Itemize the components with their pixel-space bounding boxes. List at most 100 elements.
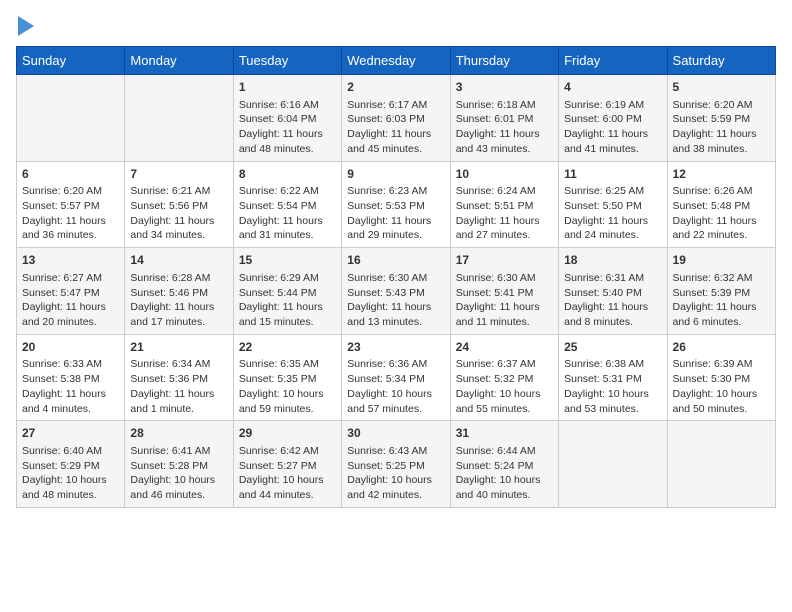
day-number: 19 [673, 252, 770, 269]
daylight-text: Daylight: 10 hours and 53 minutes. [564, 387, 661, 416]
sunrise-text: Sunrise: 6:21 AM [130, 184, 227, 199]
sunset-text: Sunset: 5:51 PM [456, 199, 553, 214]
daylight-text: Daylight: 10 hours and 50 minutes. [673, 387, 770, 416]
calendar-cell: 1 Sunrise: 6:16 AMSunset: 6:04 PMDaylight… [233, 75, 341, 162]
day-number: 22 [239, 339, 336, 356]
sunrise-text: Sunrise: 6:40 AM [22, 444, 119, 459]
sunset-text: Sunset: 5:34 PM [347, 372, 444, 387]
calendar-cell: 15Sunrise: 6:29 AMSunset: 5:44 PMDayligh… [233, 248, 341, 335]
sunset-text: Sunset: 5:39 PM [673, 286, 770, 301]
sunset-text: Sunset: 5:47 PM [22, 286, 119, 301]
calendar-cell: 27Sunrise: 6:40 AMSunset: 5:29 PMDayligh… [17, 421, 125, 508]
sunset-text: Sunset: 5:50 PM [564, 199, 661, 214]
calendar-cell: 14Sunrise: 6:28 AMSunset: 5:46 PMDayligh… [125, 248, 233, 335]
sunset-text: Sunset: 6:00 PM [564, 112, 661, 127]
calendar-cell: 24Sunrise: 6:37 AMSunset: 5:32 PMDayligh… [450, 334, 558, 421]
daylight-text: Daylight: 11 hours and 38 minutes. [673, 127, 770, 156]
sunset-text: Sunset: 5:28 PM [130, 459, 227, 474]
calendar-cell: 23Sunrise: 6:36 AMSunset: 5:34 PMDayligh… [342, 334, 450, 421]
calendar-cell: 11Sunrise: 6:25 AMSunset: 5:50 PMDayligh… [559, 161, 667, 248]
day-number: 8 [239, 166, 336, 183]
sunrise-text: Sunrise: 6:29 AM [239, 271, 336, 286]
sunrise-text: Sunrise: 6:31 AM [564, 271, 661, 286]
daylight-text: Daylight: 10 hours and 42 minutes. [347, 473, 444, 502]
sunrise-text: Sunrise: 6:24 AM [456, 184, 553, 199]
sunrise-text: Sunrise: 6:18 AM [456, 98, 553, 113]
daylight-text: Daylight: 11 hours and 36 minutes. [22, 214, 119, 243]
sunset-text: Sunset: 5:29 PM [22, 459, 119, 474]
day-number: 20 [22, 339, 119, 356]
daylight-text: Daylight: 11 hours and 4 minutes. [22, 387, 119, 416]
daylight-text: Daylight: 11 hours and 6 minutes. [673, 300, 770, 329]
calendar-cell [17, 75, 125, 162]
daylight-text: Daylight: 11 hours and 22 minutes. [673, 214, 770, 243]
calendar-cell: 19Sunrise: 6:32 AMSunset: 5:39 PMDayligh… [667, 248, 775, 335]
sunrise-text: Sunrise: 6:36 AM [347, 357, 444, 372]
calendar-cell: 8Sunrise: 6:22 AMSunset: 5:54 PMDaylight… [233, 161, 341, 248]
calendar-cell [125, 75, 233, 162]
sunrise-text: Sunrise: 6:25 AM [564, 184, 661, 199]
day-number: 18 [564, 252, 661, 269]
sunset-text: Sunset: 5:25 PM [347, 459, 444, 474]
sunrise-text: Sunrise: 6:44 AM [456, 444, 553, 459]
daylight-text: Daylight: 10 hours and 44 minutes. [239, 473, 336, 502]
col-header-wednesday: Wednesday [342, 47, 450, 75]
calendar-cell: 28Sunrise: 6:41 AMSunset: 5:28 PMDayligh… [125, 421, 233, 508]
daylight-text: Daylight: 11 hours and 17 minutes. [130, 300, 227, 329]
daylight-text: Daylight: 10 hours and 55 minutes. [456, 387, 553, 416]
calendar-cell: 31Sunrise: 6:44 AMSunset: 5:24 PMDayligh… [450, 421, 558, 508]
col-header-friday: Friday [559, 47, 667, 75]
daylight-text: Daylight: 11 hours and 41 minutes. [564, 127, 661, 156]
daylight-text: Daylight: 10 hours and 48 minutes. [22, 473, 119, 502]
calendar-cell: 30 Sunrise: 6:43 AMSunset: 5:25 PMDayligh… [342, 421, 450, 508]
day-number: 2 [347, 79, 444, 96]
sunset-text: Sunset: 6:04 PM [239, 112, 336, 127]
sunrise-text: Sunrise: 6:43 AM [347, 444, 444, 459]
calendar-cell: 3Sunrise: 6:18 AMSunset: 6:01 PMDaylight… [450, 75, 558, 162]
day-number: 23 [347, 339, 444, 356]
day-number: 24 [456, 339, 553, 356]
sunset-text: Sunset: 5:57 PM [22, 199, 119, 214]
sunset-text: Sunset: 5:31 PM [564, 372, 661, 387]
day-number: 1 [239, 79, 336, 96]
page-header [16, 16, 776, 36]
sunrise-text: Sunrise: 6:23 AM [347, 184, 444, 199]
sunrise-text: Sunrise: 6:35 AM [239, 357, 336, 372]
logo-arrow-icon [18, 16, 34, 36]
sunset-text: Sunset: 5:53 PM [347, 199, 444, 214]
daylight-text: Daylight: 11 hours and 31 minutes. [239, 214, 336, 243]
sunset-text: Sunset: 5:38 PM [22, 372, 119, 387]
sunset-text: Sunset: 5:32 PM [456, 372, 553, 387]
day-number: 11 [564, 166, 661, 183]
sunset-text: Sunset: 5:27 PM [239, 459, 336, 474]
calendar-cell [667, 421, 775, 508]
sunset-text: Sunset: 5:24 PM [456, 459, 553, 474]
calendar-cell: 17Sunrise: 6:30 AMSunset: 5:41 PMDayligh… [450, 248, 558, 335]
calendar-cell: 9Sunrise: 6:23 AMSunset: 5:53 PMDaylight… [342, 161, 450, 248]
sunrise-text: Sunrise: 6:16 AM [239, 98, 336, 113]
daylight-text: Daylight: 10 hours and 59 minutes. [239, 387, 336, 416]
day-number: 13 [22, 252, 119, 269]
calendar-cell: 6Sunrise: 6:20 AMSunset: 5:57 PMDaylight… [17, 161, 125, 248]
daylight-text: Daylight: 11 hours and 48 minutes. [239, 127, 336, 156]
calendar-cell: 26Sunrise: 6:39 AMSunset: 5:30 PMDayligh… [667, 334, 775, 421]
sunrise-text: Sunrise: 6:26 AM [673, 184, 770, 199]
sunset-text: Sunset: 5:59 PM [673, 112, 770, 127]
day-number: 14 [130, 252, 227, 269]
day-number: 30 [347, 425, 444, 442]
day-number: 4 [564, 79, 661, 96]
sunrise-text: Sunrise: 6:39 AM [673, 357, 770, 372]
day-number: 7 [130, 166, 227, 183]
sunrise-text: Sunrise: 6:42 AM [239, 444, 336, 459]
calendar-cell: 29Sunrise: 6:42 AMSunset: 5:27 PMDayligh… [233, 421, 341, 508]
calendar-cell: 7Sunrise: 6:21 AMSunset: 5:56 PMDaylight… [125, 161, 233, 248]
sunset-text: Sunset: 5:36 PM [130, 372, 227, 387]
calendar-cell: 13Sunrise: 6:27 AMSunset: 5:47 PMDayligh… [17, 248, 125, 335]
daylight-text: Daylight: 11 hours and 29 minutes. [347, 214, 444, 243]
sunrise-text: Sunrise: 6:30 AM [347, 271, 444, 286]
col-header-sunday: Sunday [17, 47, 125, 75]
daylight-text: Daylight: 11 hours and 1 minute. [130, 387, 227, 416]
sunrise-text: Sunrise: 6:19 AM [564, 98, 661, 113]
day-number: 17 [456, 252, 553, 269]
sunrise-text: Sunrise: 6:20 AM [673, 98, 770, 113]
